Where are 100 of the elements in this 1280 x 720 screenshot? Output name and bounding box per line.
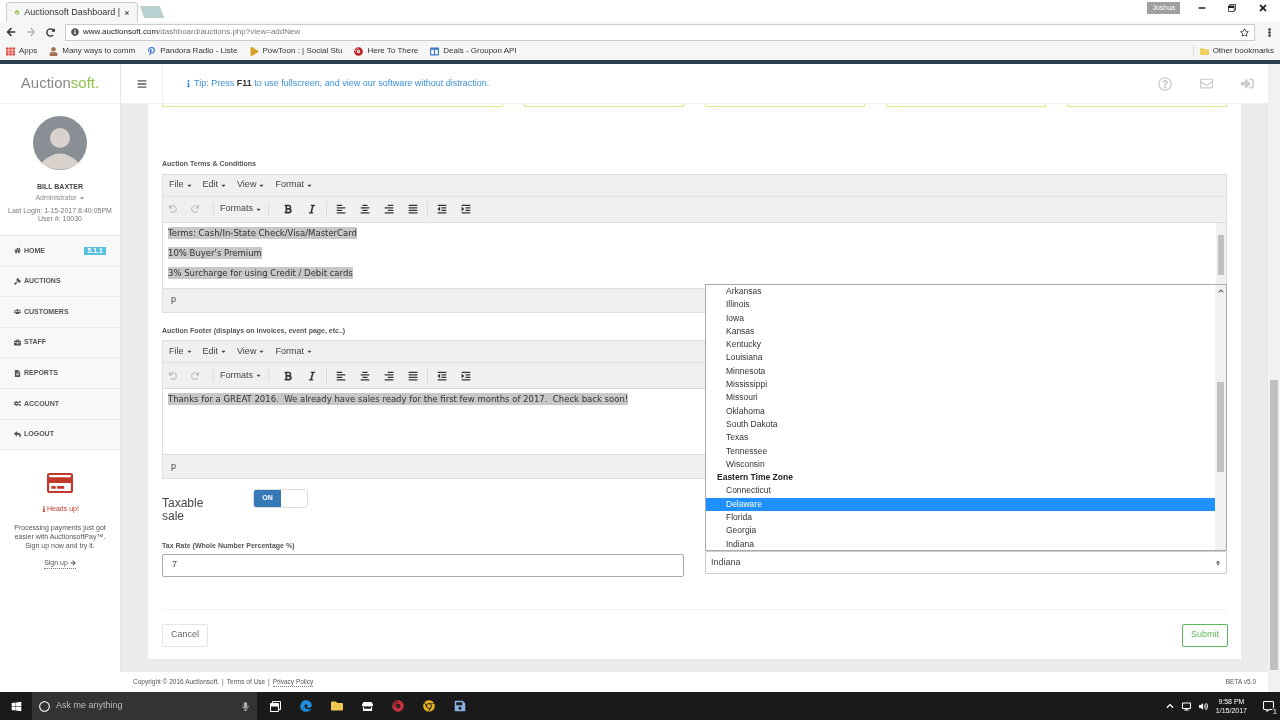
align-center-icon[interactable] xyxy=(360,370,370,381)
align-center-icon[interactable] xyxy=(360,204,370,214)
info-icon xyxy=(41,506,48,513)
reload-icon[interactable] xyxy=(46,27,55,37)
formats-dropdown[interactable]: Formats xyxy=(213,202,269,216)
select-option[interactable]: Georgia xyxy=(706,524,1215,538)
bookmark[interactable]: Deals - Groupon API xyxy=(430,45,517,57)
select-option[interactable]: Iowa xyxy=(706,311,1215,325)
info-icon xyxy=(185,80,192,87)
caret-icon xyxy=(220,348,228,355)
indent-icon[interactable] xyxy=(461,204,471,214)
scrollbar[interactable] xyxy=(1215,285,1226,550)
nav-icon xyxy=(14,430,21,438)
editor-menu[interactable]: Edit xyxy=(202,178,228,192)
editor-menu[interactable]: Format xyxy=(275,178,313,192)
input-field[interactable] xyxy=(1067,104,1227,107)
select-option[interactable]: Indiana xyxy=(706,537,1215,551)
bold-icon[interactable] xyxy=(283,204,293,214)
avatar-icon xyxy=(33,116,87,170)
formats-dropdown[interactable]: Formats xyxy=(213,368,269,383)
scrollbar[interactable] xyxy=(1268,64,1280,692)
caret-icon xyxy=(258,348,266,355)
field-label: Taxable sale xyxy=(162,497,205,523)
nav-icon xyxy=(14,277,21,285)
bookmark[interactable]: PowToon : | Social Stu xyxy=(249,45,343,57)
align-right-icon[interactable] xyxy=(384,370,394,381)
back-icon[interactable] xyxy=(6,27,16,37)
input-field[interactable] xyxy=(162,104,503,107)
element-path: p xyxy=(171,293,176,307)
restore-icon[interactable] xyxy=(1228,4,1236,12)
other-bookmarks[interactable]: Other bookmarks xyxy=(1192,45,1274,57)
editor-menu[interactable]: File xyxy=(169,344,193,359)
app-logo[interactable]: Auctionsoft. xyxy=(20,72,100,95)
bookmark[interactable]: Pandora Radio - Liste xyxy=(147,45,238,57)
bookmark[interactable]: Apps xyxy=(6,45,38,57)
tax-rate-input[interactable]: 7 xyxy=(162,553,684,577)
editor-menu[interactable]: View xyxy=(237,344,266,359)
store-icon[interactable] xyxy=(362,700,373,712)
address-bar[interactable]: www.auctionsoft.com/dashboard/auctions.php?view=addNew xyxy=(65,23,1255,41)
italic-icon[interactable] xyxy=(307,204,317,214)
bookmark[interactable]: Many ways to comm xyxy=(49,45,136,57)
tip-text: Tip: Press F11 to use fullscreen, and view our software without distraction. xyxy=(194,76,490,90)
star-icon[interactable] xyxy=(1240,27,1249,37)
editor-menu[interactable]: File xyxy=(169,178,193,192)
indent-icon[interactable] xyxy=(461,370,471,381)
caret-icon xyxy=(185,348,193,355)
microphone-icon xyxy=(241,701,250,711)
chevron-up-icon[interactable] xyxy=(1165,702,1174,710)
select-option[interactable]: Florida xyxy=(706,511,1215,525)
search-field[interactable]: Ask me anything xyxy=(32,692,257,720)
chrome-icon[interactable] xyxy=(423,700,435,712)
input-field[interactable] xyxy=(524,104,684,107)
outdent-icon[interactable] xyxy=(437,204,447,214)
browser-tab[interactable]: Auctionsoft Dashboard | xyxy=(6,2,138,22)
save-icon[interactable] xyxy=(454,700,466,712)
editor-menu[interactable]: Edit xyxy=(202,344,228,359)
select-option[interactable]: Missouri xyxy=(706,391,1215,405)
editor-menu[interactable]: View xyxy=(237,178,266,192)
caret-icon xyxy=(78,194,85,201)
input-field[interactable] xyxy=(886,104,1046,107)
nav-icon xyxy=(14,247,21,255)
editor-menu[interactable]: Format xyxy=(275,344,313,359)
select-option[interactable]: Texas xyxy=(706,431,1215,445)
state-select[interactable]: Indiana xyxy=(705,551,1227,574)
nav-icon xyxy=(14,339,21,347)
align-left-icon[interactable] xyxy=(336,370,346,381)
align-justify-icon[interactable] xyxy=(408,204,418,214)
select-option[interactable]: Kentucky xyxy=(706,338,1215,352)
align-right-icon[interactable] xyxy=(384,204,394,214)
input-field[interactable] xyxy=(705,104,865,107)
caret-icon xyxy=(305,348,313,355)
folder-icon[interactable] xyxy=(331,700,343,712)
select-option[interactable]: Minnesota xyxy=(706,364,1215,379)
bookmark[interactable]: Here To There xyxy=(354,45,419,57)
align-left-icon[interactable] xyxy=(336,204,346,214)
task-view-icon[interactable] xyxy=(270,700,281,712)
italic-icon[interactable] xyxy=(307,370,317,381)
select-option[interactable]: Louisiana xyxy=(706,351,1215,365)
logo-icon xyxy=(15,8,20,17)
close-icon[interactable] xyxy=(1258,3,1268,13)
minimize-icon[interactable] xyxy=(1198,4,1206,12)
select-option[interactable]: South Dakota xyxy=(706,417,1215,432)
menu-icon[interactable] xyxy=(1265,27,1274,37)
select-option[interactable]: Oklahoma xyxy=(706,404,1215,418)
cancel-button[interactable]: Cancel xyxy=(162,623,208,647)
select-option[interactable]: Connecticut xyxy=(706,484,1215,498)
folder-icon xyxy=(1199,46,1209,56)
volume-icon[interactable] xyxy=(1198,701,1208,711)
select-option[interactable]: Illinois xyxy=(706,298,1215,312)
url-text: www.auctionsoft.com/dashboard/auctions.php?view=addNew xyxy=(83,26,301,38)
edge-icon[interactable] xyxy=(300,700,312,712)
bold-icon[interactable] xyxy=(283,370,293,381)
select-option[interactable]: Arkansas xyxy=(706,285,1215,299)
select-option[interactable]: Kansas xyxy=(706,324,1215,339)
outdent-icon[interactable] xyxy=(437,370,447,381)
select-option[interactable]: Wisconsin xyxy=(706,457,1215,472)
scrollbar-thumb[interactable] xyxy=(1217,382,1224,472)
network-icon[interactable] xyxy=(1181,701,1191,711)
bookmark-icon xyxy=(147,46,157,56)
align-justify-icon[interactable] xyxy=(408,370,418,381)
